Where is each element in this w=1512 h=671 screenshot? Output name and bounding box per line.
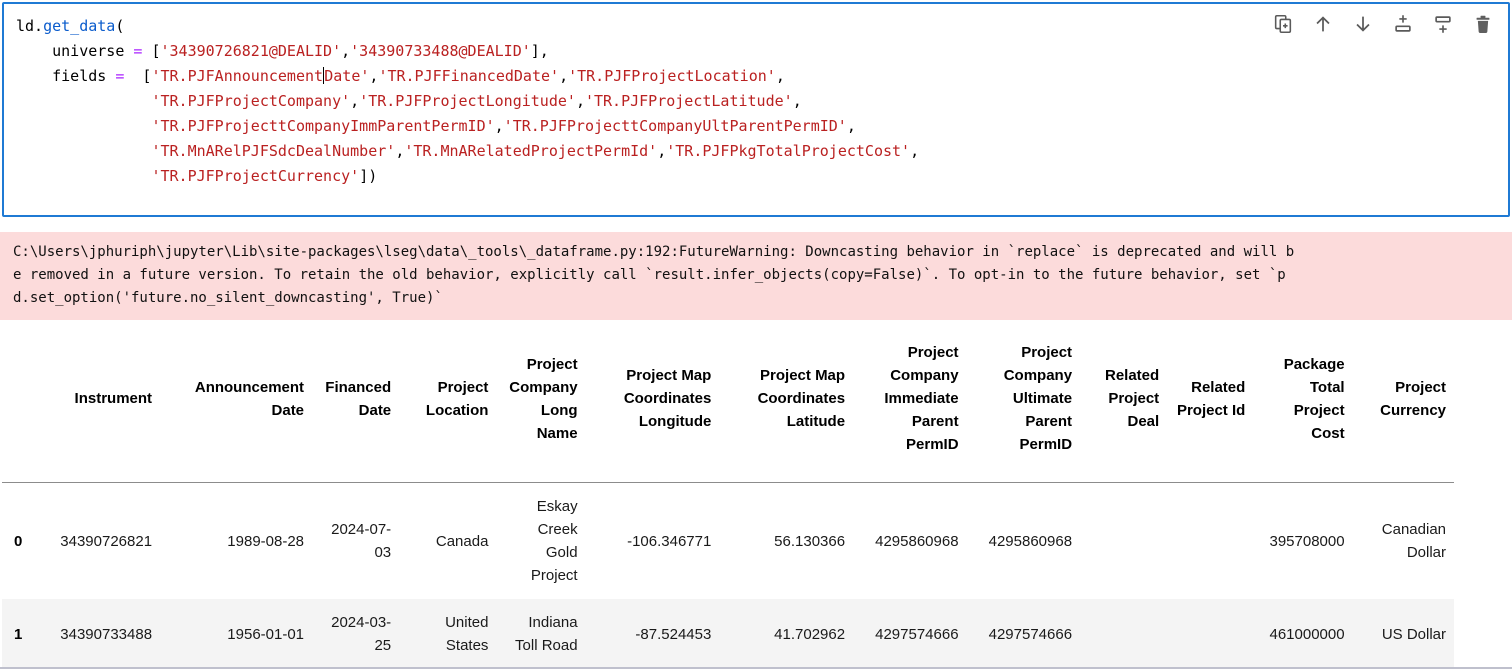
insert-cell-below-button[interactable] (1429, 12, 1456, 39)
column-header: Project Company Immediate Parent PermID (884, 344, 959, 453)
table-header-row: Instrument Announcement Date Financed Date… (2, 327, 1454, 483)
code-line: 'TR.MnARelPJFSdcDealNumber','TR.MnARelat… (151, 142, 920, 160)
code-line: 'TR.PJFProjectCompany','TR.PJFProjectLon… (151, 92, 802, 110)
cell-toolbar (1269, 12, 1496, 39)
insert-cell-above-icon (1392, 13, 1414, 38)
stderr-warning-output: C:\Users\jphuriph\jupyter\Lib\site-packa… (0, 232, 1512, 320)
column-header: Project Map Coordinates Latitude (757, 367, 846, 430)
move-cell-up-icon (1312, 13, 1334, 38)
table-cell: Eskay Creek Gold Project (530, 498, 578, 584)
column-header: Instrument (74, 390, 153, 407)
insert-cell-above-button[interactable] (1389, 12, 1416, 39)
table-cell: 4295860968 (988, 532, 1073, 550)
code-editor[interactable]: ld.get_data( universe = ['34390726821@DE… (16, 14, 1496, 189)
table-cell: Canadian Dollar (1381, 521, 1446, 561)
column-header: Financed Date (325, 378, 392, 419)
column-header: Announcement Date (194, 378, 305, 419)
table-cell (1167, 483, 1253, 600)
index-column-header (2, 327, 30, 483)
table-cell: 4295860968 (875, 532, 959, 550)
table-cell: -106.346771 (627, 532, 712, 550)
table-cell: 1956-01-01 (227, 625, 305, 643)
warning-line: C:\Users\jphuriph\jupyter\Lib\site-packa… (13, 244, 1295, 260)
row-index: 1 (14, 625, 23, 643)
column-header: Project Map Coordinates Longitude (623, 367, 712, 430)
output-bottom-divider (0, 667, 1512, 669)
table-cell: 4297574666 (875, 625, 959, 643)
delete-cell-button[interactable] (1469, 12, 1496, 39)
move-cell-down-icon (1352, 13, 1374, 38)
dataframe-output-area: Instrument Announcement Date Financed Date… (0, 327, 1512, 671)
table-cell: 461000000 (1269, 625, 1345, 643)
table-cell: 2024-03-25 (331, 614, 392, 654)
table-cell: 2024-07-03 (331, 521, 392, 561)
move-cell-down-button[interactable] (1349, 12, 1376, 39)
table-cell: US Dollar (1381, 625, 1446, 643)
code-line: fields = ['TR.PJFAnnouncementDate','TR.P… (16, 67, 785, 85)
table-cell (1167, 599, 1253, 669)
table-cell: 1989-08-28 (227, 532, 305, 550)
duplicate-cell-button[interactable] (1269, 12, 1296, 39)
table-cell (1080, 483, 1167, 600)
warning-line: d.set_option('future.no_silent_downcasti… (13, 290, 443, 306)
table-cell: 34390733488 (60, 625, 153, 643)
table-cell: 395708000 (1269, 532, 1345, 550)
code-line: universe = ['34390726821@DEALID','343907… (16, 42, 549, 60)
column-header: Project Company Ultimate Parent PermID (1003, 344, 1073, 453)
delete-cell-icon (1472, 13, 1494, 38)
row-index: 0 (14, 532, 23, 550)
table-cell: 56.130366 (774, 532, 846, 550)
column-header: Project Currency (1380, 378, 1446, 419)
table-cell: -87.524453 (635, 625, 712, 643)
table-row: 0 34390726821 1989-08-28 2024-07-03 Canada Es… (2, 483, 1454, 600)
duplicate-cell-icon (1272, 13, 1294, 38)
table-cell: 4297574666 (988, 625, 1073, 643)
column-header: Related Project Id (1176, 378, 1246, 419)
table-cell: 41.702962 (774, 625, 846, 643)
table-cell: United States (445, 614, 489, 654)
column-header: Project Location (425, 378, 489, 419)
table-cell: Indiana Toll Road (515, 614, 578, 654)
insert-cell-below-icon (1432, 13, 1454, 38)
move-cell-up-button[interactable] (1309, 12, 1336, 39)
table-cell: 34390726821 (60, 532, 153, 550)
table-row: 1 34390733488 1956-01-01 2024-03-25 United S… (2, 599, 1454, 669)
dataframe-table: Instrument Announcement Date Financed Date… (2, 327, 1454, 671)
code-cell[interactable]: ld.get_data( universe = ['34390726821@DE… (2, 2, 1510, 217)
table-cell (1080, 599, 1167, 669)
code-line: 'TR.PJFProjectCurrency']) (151, 167, 378, 185)
notebook-page: ld.get_data( universe = ['34390726821@DE… (0, 2, 1512, 671)
warning-line: e removed in a future version. To retain… (13, 267, 1286, 283)
column-header: Project Company Long Name (509, 355, 578, 442)
table-cell: Canada (435, 532, 489, 550)
column-header: Related Project Deal (1104, 367, 1160, 430)
code-line: 'TR.PJFProjecttCompanyImmParentPermID','… (151, 117, 856, 135)
column-header: Package Total Project Cost (1283, 355, 1345, 442)
